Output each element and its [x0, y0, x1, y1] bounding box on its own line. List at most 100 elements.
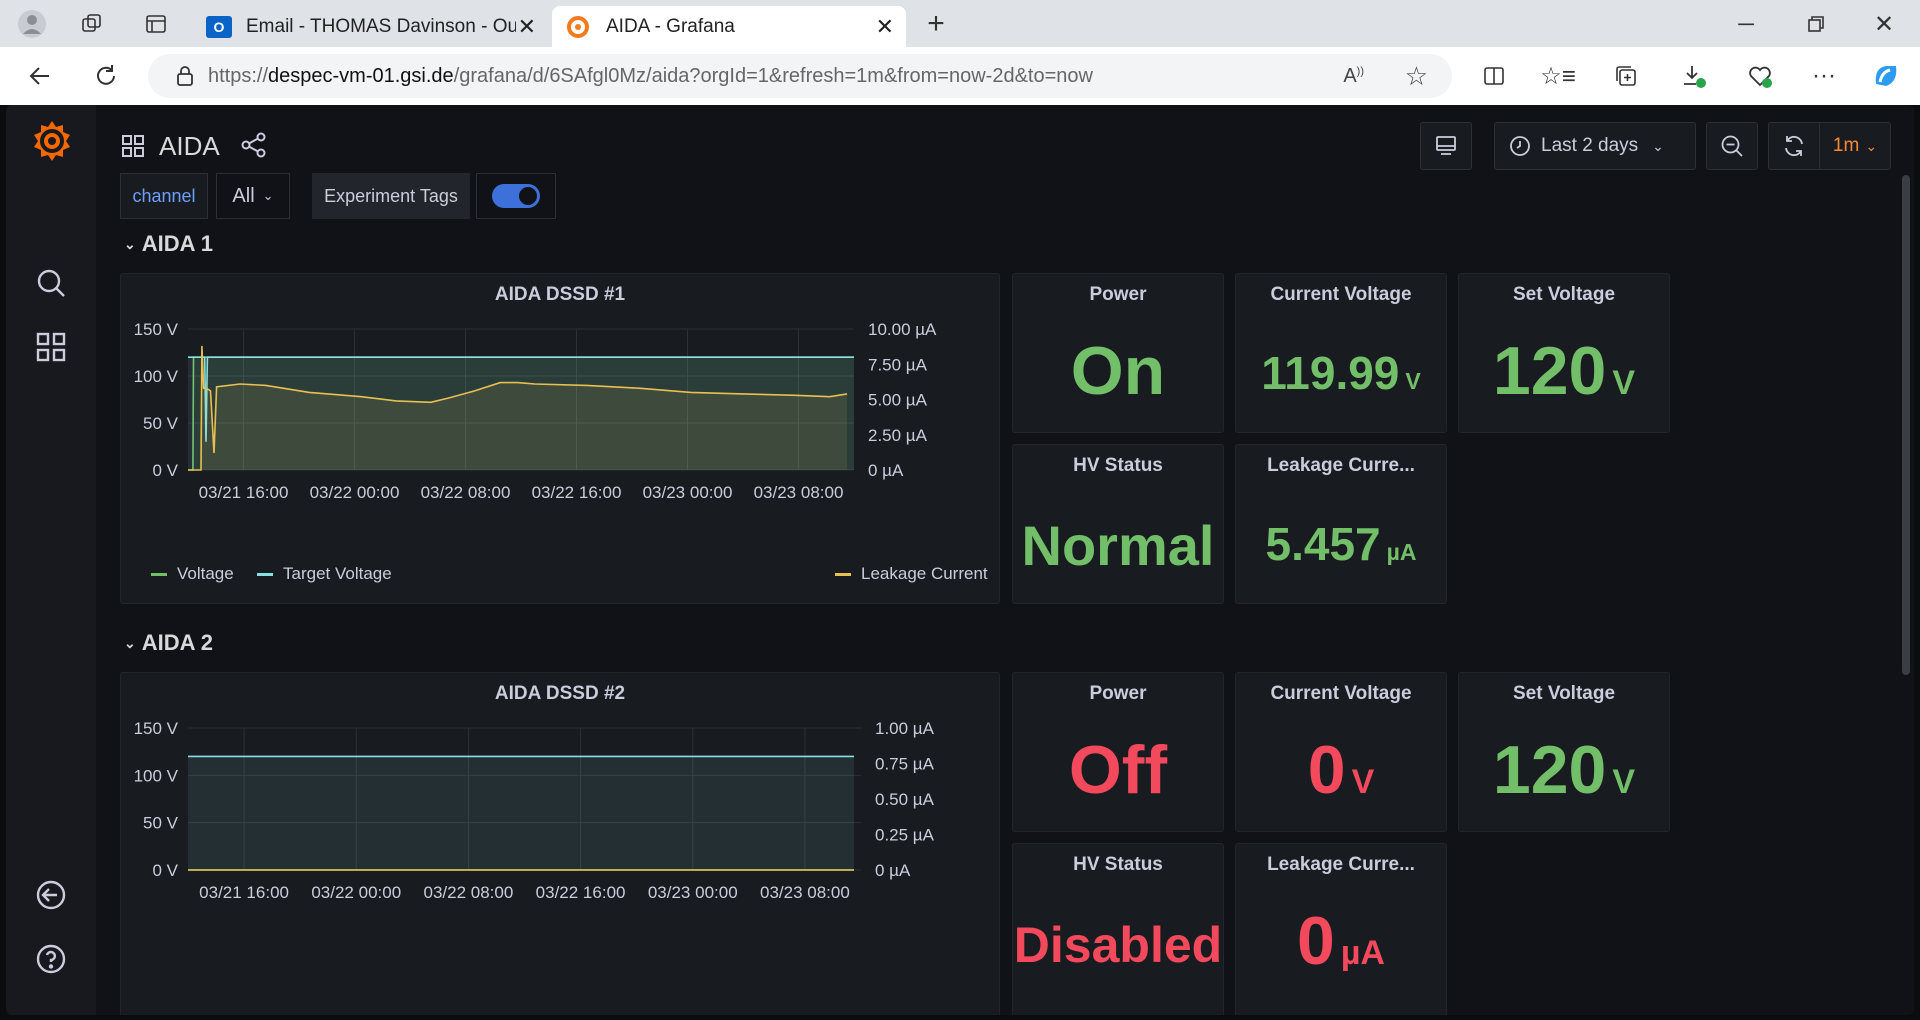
stat-panel-hv-status[interactable]: HV Status Normal: [1012, 444, 1224, 604]
sign-in-icon[interactable]: [31, 875, 71, 915]
row-title: AIDA 1: [141, 231, 214, 256]
close-tab-icon[interactable]: ✕: [876, 14, 894, 40]
url-host: despec-vm-01.gsi.de: [268, 64, 454, 87]
tab-email[interactable]: O Email - THOMAS Davinson - Outl ✕: [196, 6, 546, 47]
workspaces-icon[interactable]: [76, 8, 108, 40]
new-tab-icon[interactable]: +: [920, 7, 952, 40]
grafana-app: AIDA Last 2 days ⌄ 1m ⌄ channel All ⌄ Ex…: [6, 105, 1914, 1015]
stat-panel-current-voltage[interactable]: Current Voltage 119.99 V: [1235, 273, 1447, 433]
browser-essentials-icon[interactable]: [1742, 58, 1778, 94]
search-icon[interactable]: [31, 263, 71, 303]
grafana-logo-icon[interactable]: [28, 117, 76, 165]
legend-leakage-current[interactable]: Leakage Current: [835, 564, 988, 584]
stat-panel-set-voltage[interactable]: Set Voltage 120 V: [1458, 273, 1670, 433]
y-right-tick-label: 0.75 µA: [875, 755, 935, 774]
browser-tab-bar: O Email - THOMAS Davinson - Outl ✕ AIDA …: [0, 0, 1920, 47]
collections-icon[interactable]: [1608, 58, 1644, 94]
x-tick-label: 03/21 16:00: [199, 483, 289, 502]
time-series-chart[interactable]: 03/21 16:00 03/22 00:00 03/22 08:00 03/22 1…: [121, 673, 999, 1015]
y-left-tick-label: 100 V: [134, 367, 179, 386]
refresh-interval-picker[interactable]: 1m ⌄: [1819, 122, 1891, 170]
hv-status-value: Disabled: [1013, 917, 1223, 973]
refresh-button[interactable]: [1768, 122, 1820, 170]
unit: V: [1612, 763, 1636, 801]
zoom-out-button[interactable]: [1706, 122, 1758, 170]
read-aloud-icon[interactable]: A)): [1343, 65, 1364, 88]
chevron-down-icon: ⌄: [1865, 137, 1878, 154]
stat-panel-current-voltage[interactable]: Current Voltage 0V: [1235, 672, 1447, 832]
copilot-icon[interactable]: [1866, 56, 1906, 96]
experiment-tags-toggle[interactable]: [492, 184, 540, 208]
close-window-icon[interactable]: ✕: [1868, 8, 1900, 40]
downloads-icon[interactable]: [1676, 58, 1712, 94]
y-right-tick-label: 2.50 µA: [868, 426, 928, 445]
chevron-down-icon: ⌄: [124, 634, 136, 651]
stat-value: 5.457 µA: [1236, 517, 1446, 571]
x-tick-label: 03/21 16:00: [199, 883, 289, 902]
split-screen-icon[interactable]: [1476, 58, 1512, 94]
y-left-tick-label: 0 V: [152, 461, 178, 480]
panel-title: Power: [1089, 284, 1147, 305]
favorite-star-icon[interactable]: ☆: [1405, 61, 1428, 92]
time-series-chart[interactable]: 03/21 16:00 03/22 00:00 03/22 08:00 03/22 1…: [121, 274, 999, 603]
y-right-tick-label: 7.50 µA: [868, 355, 928, 374]
url-path: /grafana/d/6SAfgl0Mz/aida?orgId=1&refres…: [453, 64, 1093, 87]
y-right-tick-label: 0 µA: [875, 861, 911, 880]
scrollbar-track[interactable]: [1902, 155, 1910, 1015]
unit: µA: [1386, 539, 1417, 565]
close-tab-icon[interactable]: ✕: [518, 14, 536, 40]
stat-panel-power[interactable]: Power On: [1012, 273, 1224, 433]
tab-grafana[interactable]: AIDA - Grafana ✕: [552, 6, 906, 47]
graph-panel-aida-dssd-2[interactable]: AIDA DSSD #2 03/21 16:00 03/22 00:00 03/22…: [120, 672, 1000, 1015]
channel-variable-select[interactable]: All ⌄: [216, 173, 290, 219]
y-left-tick-label: 150 V: [134, 320, 179, 339]
y-right-tick-label: 0 µA: [868, 461, 904, 480]
dashboards-icon[interactable]: [31, 327, 71, 367]
stat-panel-leakage-current[interactable]: Leakage Curre... 5.457 µA: [1235, 444, 1447, 604]
series-area-target-voltage: [188, 756, 854, 870]
row-header-aida-2[interactable]: ⌄ AIDA 2: [124, 630, 213, 656]
stat-panel-power[interactable]: Power Off: [1012, 672, 1224, 832]
profile-avatar-icon[interactable]: [14, 6, 50, 42]
more-menu-icon[interactable]: ···: [1806, 58, 1842, 94]
channel-value: All: [232, 184, 255, 207]
time-range-picker[interactable]: Last 2 days ⌄: [1494, 122, 1696, 170]
stat-value: 120 V: [1459, 332, 1669, 410]
tv-mode-button[interactable]: [1420, 122, 1472, 170]
stat-panel-hv-status[interactable]: HV Status Disabled: [1012, 843, 1224, 1015]
tab-actions-icon[interactable]: [140, 8, 172, 40]
minimize-icon[interactable]: ─: [1730, 8, 1762, 40]
tab-title: AIDA - Grafana: [606, 15, 735, 37]
legend-target-voltage[interactable]: Target Voltage: [257, 564, 392, 584]
y-left-tick-label: 50 V: [143, 414, 179, 433]
stat-panel-set-voltage[interactable]: Set Voltage 120 V: [1458, 672, 1670, 832]
legend-voltage[interactable]: Voltage: [151, 564, 234, 584]
y-right-tick-label: 0.50 µA: [875, 790, 935, 809]
row-title: AIDA 2: [141, 630, 214, 655]
row-header-aida-1[interactable]: ⌄ AIDA 1: [124, 231, 213, 257]
back-icon[interactable]: [22, 58, 58, 94]
restore-icon[interactable]: [1800, 8, 1832, 40]
y-left-tick-label: 150 V: [134, 719, 179, 738]
graph-panel-aida-dssd-1[interactable]: AIDA DSSD #1 03/21 16:00 03/22 00:00 03/22…: [120, 273, 1000, 604]
url-bar[interactable]: https://despec-vm-01.gsi.de/grafana/d/6S…: [148, 54, 1452, 98]
unit: V: [1405, 368, 1421, 394]
legend-label: Voltage: [177, 564, 234, 583]
stat-value: Off: [1013, 731, 1223, 809]
y-right-tick-label: 5.00 µA: [868, 391, 928, 410]
stat-panel-leakage-current[interactable]: Leakage Curre... 0 µA: [1235, 843, 1447, 1015]
experiment-tags-toggle-wrapper: [476, 173, 556, 219]
dashboards-grid-icon[interactable]: [120, 133, 146, 164]
y-right-tick-label: 0.25 µA: [875, 826, 935, 845]
panel-title: Power: [1089, 683, 1147, 704]
outlook-icon: O: [206, 15, 232, 38]
y-right-tick-label: 1.00 µA: [875, 719, 935, 738]
scrollbar-thumb[interactable]: [1902, 175, 1910, 675]
share-icon[interactable]: [240, 131, 268, 164]
dashboard-title[interactable]: AIDA: [159, 131, 220, 162]
power-value: Off: [1068, 732, 1168, 808]
help-icon[interactable]: [31, 939, 71, 979]
zoom-out-icon: [1721, 135, 1743, 157]
reload-icon[interactable]: [88, 58, 124, 94]
favorites-icon[interactable]: ☆≡: [1540, 58, 1576, 94]
